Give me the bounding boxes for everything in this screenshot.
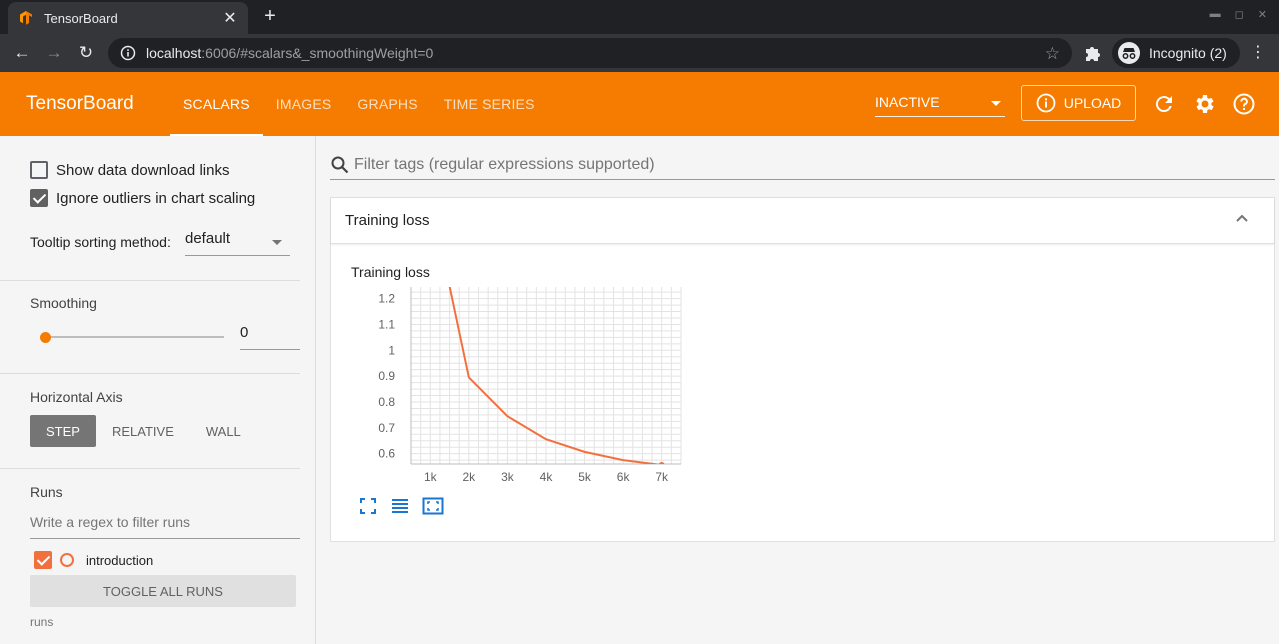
run-name: introduction bbox=[86, 552, 154, 568]
log-scale-icon[interactable] bbox=[390, 496, 410, 516]
chart-actions bbox=[358, 496, 444, 516]
browser-tabstrip: TensorBoard ✕ + ▬ ◻ ✕ bbox=[0, 0, 1279, 34]
tab-close-icon[interactable]: ✕ bbox=[222, 8, 238, 28]
run-color-swatch[interactable] bbox=[60, 553, 74, 567]
smoothing-title: Smoothing bbox=[30, 295, 97, 311]
x-tick-label: 7k bbox=[655, 470, 669, 484]
dropdown-caret-icon bbox=[991, 101, 1001, 106]
upload-label: UPLOAD bbox=[1063, 95, 1122, 111]
inactive-plugins-select[interactable]: INACTIVE bbox=[875, 89, 1005, 117]
upload-button[interactable]: UPLOAD bbox=[1021, 85, 1136, 121]
brand-title: TensorBoard bbox=[26, 93, 134, 114]
x-tick-label: 5k bbox=[578, 470, 592, 484]
general-settings-section: Show data download links Ignore outliers… bbox=[0, 136, 300, 281]
y-tick-label: 0.9 bbox=[378, 369, 395, 383]
tensorboard-header: TensorBoard SCALARS IMAGES GRAPHS TIME S… bbox=[0, 72, 1279, 136]
forward-icon[interactable]: → bbox=[41, 40, 67, 66]
tooltip-sorting-label: Tooltip sorting method: bbox=[30, 234, 171, 250]
fit-domain-icon[interactable] bbox=[422, 496, 444, 516]
chart-title: Training loss bbox=[351, 264, 430, 280]
training-loss-chart[interactable]: 1k 2k 3k 4k 5k 6k 7k 0.6 0.7 0.8 0.9 1 1.1 1.2 bbox=[351, 284, 701, 484]
reload-page-icon[interactable]: ↻ bbox=[73, 40, 99, 66]
new-tab-icon[interactable]: + bbox=[258, 4, 282, 28]
fullscreen-icon[interactable] bbox=[358, 496, 378, 516]
y-tick-label: 1.2 bbox=[378, 292, 395, 306]
plugin-tabs: SCALARS IMAGES GRAPHS TIME SERIES bbox=[170, 72, 548, 136]
axis-relative-button[interactable]: RELATIVE bbox=[96, 415, 190, 447]
tag-filter-input[interactable]: Filter tags (regular expressions support… bbox=[330, 150, 1275, 180]
browser-menu-icon[interactable]: ⋮ bbox=[1250, 42, 1266, 64]
x-tick-label: 1k bbox=[424, 470, 438, 484]
runs-title: Runs bbox=[30, 484, 63, 500]
url-host: localhost bbox=[146, 45, 202, 61]
x-tick-label: 6k bbox=[617, 470, 631, 484]
card-title: Training loss bbox=[345, 212, 430, 229]
runs-footer-label: runs bbox=[30, 615, 54, 629]
minimize-icon[interactable]: ▬ bbox=[1210, 8, 1221, 21]
tab-graphs[interactable]: GRAPHS bbox=[344, 72, 430, 136]
profile-label: Incognito (2) bbox=[1149, 45, 1227, 61]
axis-wall-button[interactable]: WALL bbox=[190, 415, 257, 447]
tag-filter-placeholder: Filter tags (regular expressions support… bbox=[354, 155, 655, 173]
tab-time-series[interactable]: TIME SERIES bbox=[431, 72, 548, 136]
training-loss-card: Training loss Training loss 1k 2k 3k 4k 5k 6k… bbox=[330, 197, 1275, 542]
extensions-puzzle-icon[interactable] bbox=[1082, 42, 1104, 64]
dropdown-caret-icon bbox=[272, 240, 282, 245]
show-download-links-row[interactable]: Show data download links bbox=[30, 161, 229, 179]
x-tick-label: 4k bbox=[540, 470, 554, 484]
toggle-all-runs-button[interactable]: TOGGLE ALL RUNS bbox=[30, 575, 296, 607]
inactive-select-value: INACTIVE bbox=[875, 94, 940, 110]
divider bbox=[0, 468, 300, 469]
x-tick-label: 2k bbox=[463, 470, 477, 484]
tab-images[interactable]: IMAGES bbox=[263, 72, 345, 136]
tensorboard-favicon-icon bbox=[20, 11, 32, 25]
y-tick-label: 0.8 bbox=[378, 395, 395, 409]
run-row-introduction[interactable]: introduction bbox=[34, 551, 153, 569]
y-tick-label: 1.1 bbox=[378, 317, 395, 331]
settings-gear-icon[interactable] bbox=[1192, 92, 1216, 116]
incognito-profile-button[interactable]: Incognito (2) bbox=[1112, 38, 1240, 68]
x-tick-label: 3k bbox=[501, 470, 515, 484]
horizontal-axis-title: Horizontal Axis bbox=[30, 389, 123, 405]
help-icon[interactable] bbox=[1232, 92, 1256, 116]
url-path: :6006/#scalars&_smoothingWeight=0 bbox=[201, 45, 434, 61]
browser-tab[interactable]: TensorBoard ✕ bbox=[8, 2, 248, 34]
browser-toolbar: ← → ↻ localhost:6006/#scalars&_smoothing… bbox=[0, 34, 1279, 72]
y-tick-label: 0.7 bbox=[378, 421, 395, 435]
y-tick-label: 0.6 bbox=[378, 447, 395, 461]
settings-sidebar: Show data download links Ignore outliers… bbox=[0, 136, 316, 644]
divider bbox=[0, 373, 300, 374]
window-controls: ▬ ◻ ✕ bbox=[1210, 8, 1267, 21]
tab-title: TensorBoard bbox=[44, 10, 118, 26]
search-icon bbox=[331, 156, 349, 173]
back-icon[interactable]: ← bbox=[9, 40, 35, 66]
chevron-up-icon[interactable] bbox=[1234, 210, 1250, 226]
site-info-icon[interactable] bbox=[120, 45, 136, 61]
card-header[interactable]: Training loss bbox=[331, 198, 1274, 244]
smoothing-slider-thumb[interactable] bbox=[40, 332, 51, 343]
address-bar[interactable]: localhost:6006/#scalars&_smoothingWeight… bbox=[108, 38, 1072, 68]
ignore-outliers-row[interactable]: Ignore outliers in chart scaling bbox=[30, 189, 255, 207]
runs-filter-input[interactable]: Write a regex to filter runs bbox=[30, 514, 300, 539]
run-checkbox[interactable] bbox=[34, 551, 52, 569]
tooltip-sorting-value: default bbox=[185, 230, 231, 247]
maximize-icon[interactable]: ◻ bbox=[1235, 8, 1244, 21]
tab-scalars[interactable]: SCALARS bbox=[170, 72, 263, 136]
show-download-links-checkbox[interactable] bbox=[30, 161, 48, 179]
horizontal-axis-toggle: STEP RELATIVE WALL bbox=[30, 415, 257, 447]
close-window-icon[interactable]: ✕ bbox=[1258, 8, 1267, 21]
tooltip-sorting-select[interactable]: default bbox=[185, 230, 290, 256]
incognito-icon bbox=[1118, 42, 1140, 64]
smoothing-slider-track[interactable] bbox=[45, 336, 224, 338]
data-point bbox=[658, 462, 665, 464]
refresh-icon[interactable] bbox=[1152, 92, 1176, 116]
ignore-outliers-label: Ignore outliers in chart scaling bbox=[56, 189, 256, 207]
info-circle-icon bbox=[1036, 93, 1056, 113]
axis-step-button[interactable]: STEP bbox=[30, 415, 96, 447]
ignore-outliers-checkbox[interactable] bbox=[30, 189, 48, 207]
bookmark-star-icon[interactable]: ☆ bbox=[1045, 44, 1060, 64]
smoothing-input[interactable]: 0 bbox=[240, 324, 300, 350]
show-download-links-label: Show data download links bbox=[56, 161, 230, 179]
y-tick-label: 1 bbox=[388, 343, 395, 357]
